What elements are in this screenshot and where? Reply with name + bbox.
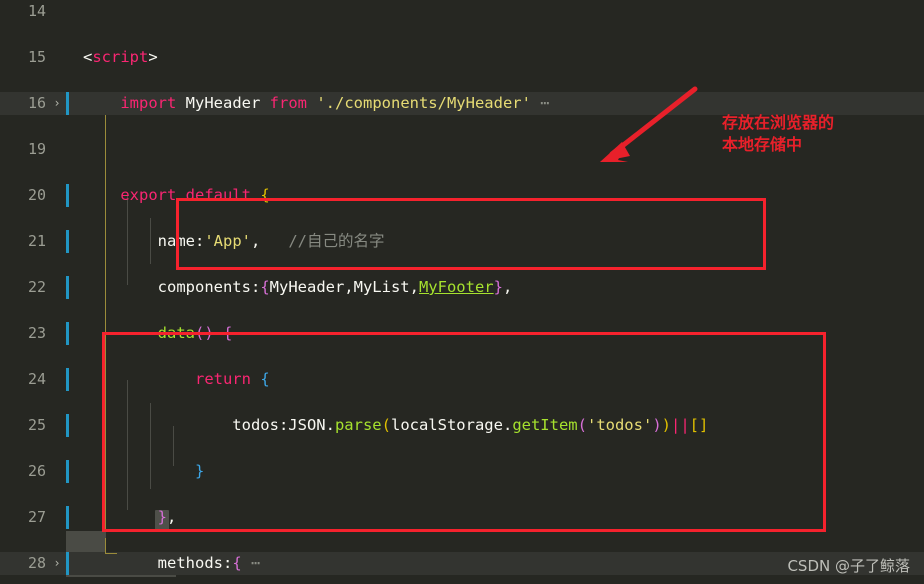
code-line[interactable]: 23 data() { <box>0 322 924 345</box>
change-bar-modified <box>66 276 69 299</box>
code-line[interactable]: 28 › methods:{ ⋯ <box>0 552 924 575</box>
line-number: 14 <box>27 2 46 20</box>
watermark: CSDN @子了鲸落 <box>787 557 910 575</box>
change-bar-modified <box>66 414 69 437</box>
line-number: 19 <box>27 140 46 158</box>
line-number: 24 <box>27 370 46 388</box>
chevron-right-icon[interactable]: › <box>50 92 64 115</box>
line-content: } <box>83 462 205 480</box>
line-content: name:'App', //自己的名字 <box>83 232 385 250</box>
line-number: 15 <box>27 48 46 66</box>
code-line[interactable]: 14 <box>0 0 924 23</box>
change-bar-modified <box>66 552 69 575</box>
line-number: 27 <box>27 508 46 526</box>
chevron-right-icon[interactable]: › <box>50 552 64 575</box>
change-bar-modified <box>66 92 69 115</box>
line-content: components:{MyHeader,MyList,MyFooter}, <box>83 278 513 296</box>
change-bar-modified <box>66 460 69 483</box>
indent-guide <box>127 380 128 510</box>
line-number: 25 <box>27 416 46 434</box>
indent-guide-elbow <box>105 553 117 554</box>
code-line[interactable]: 21 name:'App', //自己的名字 <box>0 230 924 253</box>
change-bar-modified <box>66 506 69 529</box>
line-content: export default { <box>83 186 270 204</box>
line-content: return { <box>83 370 270 388</box>
line-number: 16 <box>27 94 46 112</box>
line-content: <script> <box>83 48 158 66</box>
code-line[interactable]: 27 }, <box>0 506 924 529</box>
line-content: todos:JSON.parse(localStorage.getItem('t… <box>83 416 709 434</box>
selection-block <box>66 531 106 554</box>
line-number: 26 <box>27 462 46 480</box>
change-bar-modified <box>66 230 69 253</box>
line-number: 21 <box>27 232 46 250</box>
code-line[interactable]: 25 todos:JSON.parse(localStorage.getItem… <box>0 414 924 437</box>
code-editor[interactable]: → 14 15 <script> 16 › import MyHeader fr… <box>0 0 924 584</box>
indent-guide-elbow <box>105 538 106 554</box>
line-content: }, <box>83 508 177 526</box>
annotation-arrow-icon <box>600 86 698 162</box>
change-bar-modified <box>66 322 69 345</box>
code-line[interactable]: 24 return { <box>0 368 924 391</box>
line-content: data() { <box>83 324 233 342</box>
code-line[interactable]: 20 export default { <box>0 184 924 207</box>
code-line[interactable]: 15 <script> <box>0 46 924 69</box>
line-number: 20 <box>27 186 46 204</box>
annotation-note: 存放在浏览器的 本地存储中 <box>722 113 835 154</box>
line-number: 22 <box>27 278 46 296</box>
change-bar-modified <box>66 184 69 207</box>
change-bar-modified <box>66 368 69 391</box>
code-line[interactable]: 22 components:{MyHeader,MyList,MyFooter}… <box>0 276 924 299</box>
line-number: 28 <box>27 554 46 572</box>
code-line[interactable]: 26 } <box>0 460 924 483</box>
line-number: 23 <box>27 324 46 342</box>
